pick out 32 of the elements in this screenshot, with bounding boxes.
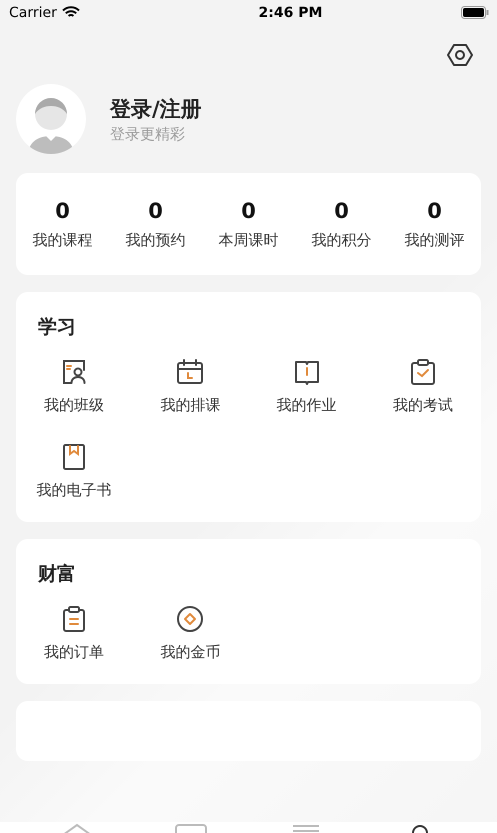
clipboard-check-icon: [408, 358, 437, 386]
stat-label[interactable]: 我的积分: [312, 230, 372, 250]
menu-item-label[interactable]: 我的电子书: [36, 481, 112, 500]
clock-time: 2:46 PM: [258, 4, 322, 20]
stat-value: 0: [427, 198, 442, 222]
stat-value: 0: [241, 198, 256, 222]
battery-icon: [461, 6, 489, 19]
menu-item-label[interactable]: 我的班级: [44, 396, 104, 415]
login-subtitle: 登录更精彩: [110, 124, 186, 144]
stat-value: 0: [334, 198, 349, 222]
login-title[interactable]: 登录/注册: [110, 94, 202, 122]
menu-item-label[interactable]: 我的考试: [392, 396, 453, 415]
stat-value: 0: [55, 198, 70, 222]
stat-label[interactable]: 我的测评: [404, 230, 464, 250]
menu-item-label[interactable]: 我的作业: [276, 396, 337, 415]
class-icon: [60, 358, 88, 386]
calendar-icon: [176, 358, 204, 386]
coin-icon: [176, 605, 204, 633]
menu-item-label[interactable]: 我的金币: [160, 643, 220, 662]
settings-icon[interactable]: [447, 43, 473, 67]
menu-item-label[interactable]: 我的排课: [160, 396, 220, 415]
section-title: 学习: [38, 315, 77, 340]
stat-label[interactable]: 我的预约: [126, 230, 186, 250]
menu-item-label[interactable]: 我的订单: [44, 643, 104, 662]
stat-label[interactable]: 我的课程: [32, 230, 92, 250]
wifi-icon: [62, 6, 80, 19]
carrier-name: Carrier: [9, 4, 57, 20]
stat-label[interactable]: 本周课时: [218, 230, 278, 250]
avatar[interactable]: [16, 84, 86, 154]
stat-value: 0: [148, 198, 163, 222]
section-title: 财富: [38, 562, 77, 587]
book-icon: [292, 358, 321, 386]
